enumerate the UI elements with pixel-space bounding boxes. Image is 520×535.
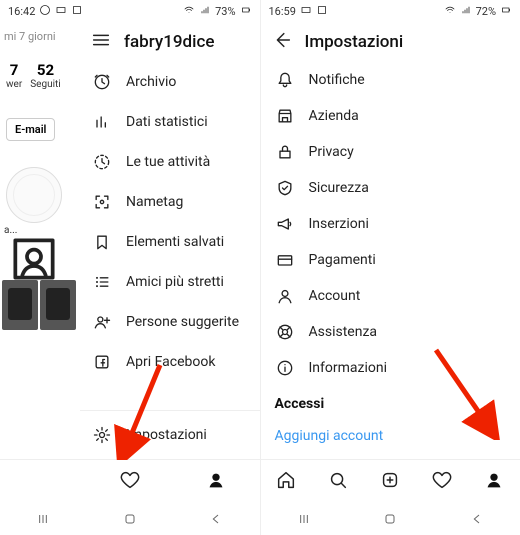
nametag-icon: [92, 192, 112, 212]
home-icon[interactable]: [275, 469, 297, 495]
username-title[interactable]: fabry19dice: [124, 32, 214, 52]
storefront-icon: [275, 106, 295, 126]
envelope-icon: [55, 4, 67, 19]
whatsapp-icon: [39, 4, 51, 19]
email-button[interactable]: E-mail: [6, 118, 55, 141]
lock-icon: [275, 142, 295, 162]
facebook-icon: [92, 352, 112, 372]
battery-pct: 73%: [215, 5, 235, 18]
tagged-tab-icon[interactable]: [6, 244, 62, 274]
bottom-nav: [0, 459, 260, 503]
info-icon: [275, 358, 295, 378]
menu-suggested[interactable]: Persone suggerite: [80, 302, 260, 342]
status-bar: 16:42 73%: [0, 0, 260, 22]
stat-following[interactable]: 52 Seguiti: [30, 61, 61, 90]
back-arrow-icon[interactable]: [271, 29, 293, 55]
wifi-icon: [444, 4, 456, 19]
battery-icon: [500, 4, 512, 19]
edge-text: mi 7 giorni: [0, 22, 80, 43]
lifebuoy-icon: [275, 322, 295, 342]
bookmark-icon: [92, 232, 112, 252]
sys-back[interactable]: [207, 510, 225, 528]
menu-closefriends[interactable]: Amici più stretti: [80, 262, 260, 302]
stats-icon: [92, 112, 112, 132]
signal-icon: [199, 4, 211, 19]
person-icon: [275, 286, 295, 306]
sys-home[interactable]: [381, 510, 399, 528]
profile-sliver: mi 7 giorni 7 wer 52 Seguiti E-mail: [0, 22, 80, 459]
phone-left: 16:42 73% mi 7 giorni 7 wer: [0, 0, 261, 535]
sys-home[interactable]: [121, 510, 139, 528]
settings-security[interactable]: Sicurezza: [261, 170, 520, 206]
list-icon: [92, 272, 112, 292]
settings-ads[interactable]: Inserzioni: [261, 206, 520, 242]
hamburger-icon[interactable]: [90, 29, 112, 55]
settings-payments[interactable]: Pagamenti: [261, 242, 520, 278]
status-bar: 16:59 72%: [261, 0, 520, 22]
post-thumb[interactable]: [40, 280, 76, 330]
gear-icon: [92, 425, 112, 445]
status-time: 16:42: [8, 5, 35, 18]
activity-icon: [92, 152, 112, 172]
menu-archive[interactable]: Archivio: [80, 62, 260, 102]
profile-icon[interactable]: [483, 469, 505, 495]
bottom-nav: [261, 459, 520, 503]
add-person-icon: [92, 312, 112, 332]
menu-settings[interactable]: Impostazioni: [80, 411, 260, 459]
megaphone-icon: [275, 214, 295, 234]
settings-privacy[interactable]: Privacy: [261, 134, 520, 170]
settings-help[interactable]: Assistenza: [261, 314, 520, 350]
settings-about[interactable]: Informazioni: [261, 350, 520, 386]
link-add-account[interactable]: Aggiungi account: [261, 418, 520, 454]
sys-back[interactable]: [468, 510, 486, 528]
shield-icon: [275, 178, 295, 198]
card-icon: [275, 250, 295, 270]
settings-account[interactable]: Account: [261, 278, 520, 314]
system-nav: [261, 503, 520, 535]
battery-pct: 72%: [476, 5, 496, 18]
section-logins: Accessi: [261, 386, 520, 418]
post-thumb[interactable]: [2, 280, 38, 330]
image-icon: [71, 4, 83, 19]
heart-icon[interactable]: [431, 469, 453, 495]
story-avatar[interactable]: [6, 167, 62, 223]
settings-notifications[interactable]: Notifiche: [261, 62, 520, 98]
add-post-icon[interactable]: [379, 469, 401, 495]
menu-nametag[interactable]: Nametag: [80, 182, 260, 222]
stat-followers[interactable]: 7 wer: [6, 61, 22, 90]
menu-stats[interactable]: Dati statistici: [80, 102, 260, 142]
sys-recent[interactable]: [295, 510, 313, 528]
status-time: 16:59: [269, 5, 296, 18]
menu-activity[interactable]: Le tue attività: [80, 142, 260, 182]
wifi-icon: [183, 4, 195, 19]
system-nav: [0, 503, 260, 535]
battery-icon: [240, 4, 252, 19]
menu-saved[interactable]: Elementi salvati: [80, 222, 260, 262]
bell-icon: [275, 70, 295, 90]
side-menu: fabry19dice Archivio Dati statistici Le …: [80, 22, 260, 459]
sys-recent[interactable]: [34, 510, 52, 528]
menu-facebook[interactable]: Apri Facebook: [80, 342, 260, 382]
image-icon: [316, 4, 328, 19]
phone-right: 16:59 72% Impostazioni Notifiche: [261, 0, 520, 535]
page-title: Impostazioni: [305, 32, 404, 52]
signal-icon: [460, 4, 472, 19]
envelope-icon: [300, 4, 312, 19]
heart-icon[interactable]: [119, 469, 141, 495]
settings-business[interactable]: Azienda: [261, 98, 520, 134]
profile-icon[interactable]: [205, 469, 227, 495]
search-icon[interactable]: [327, 469, 349, 495]
archive-icon: [92, 72, 112, 92]
